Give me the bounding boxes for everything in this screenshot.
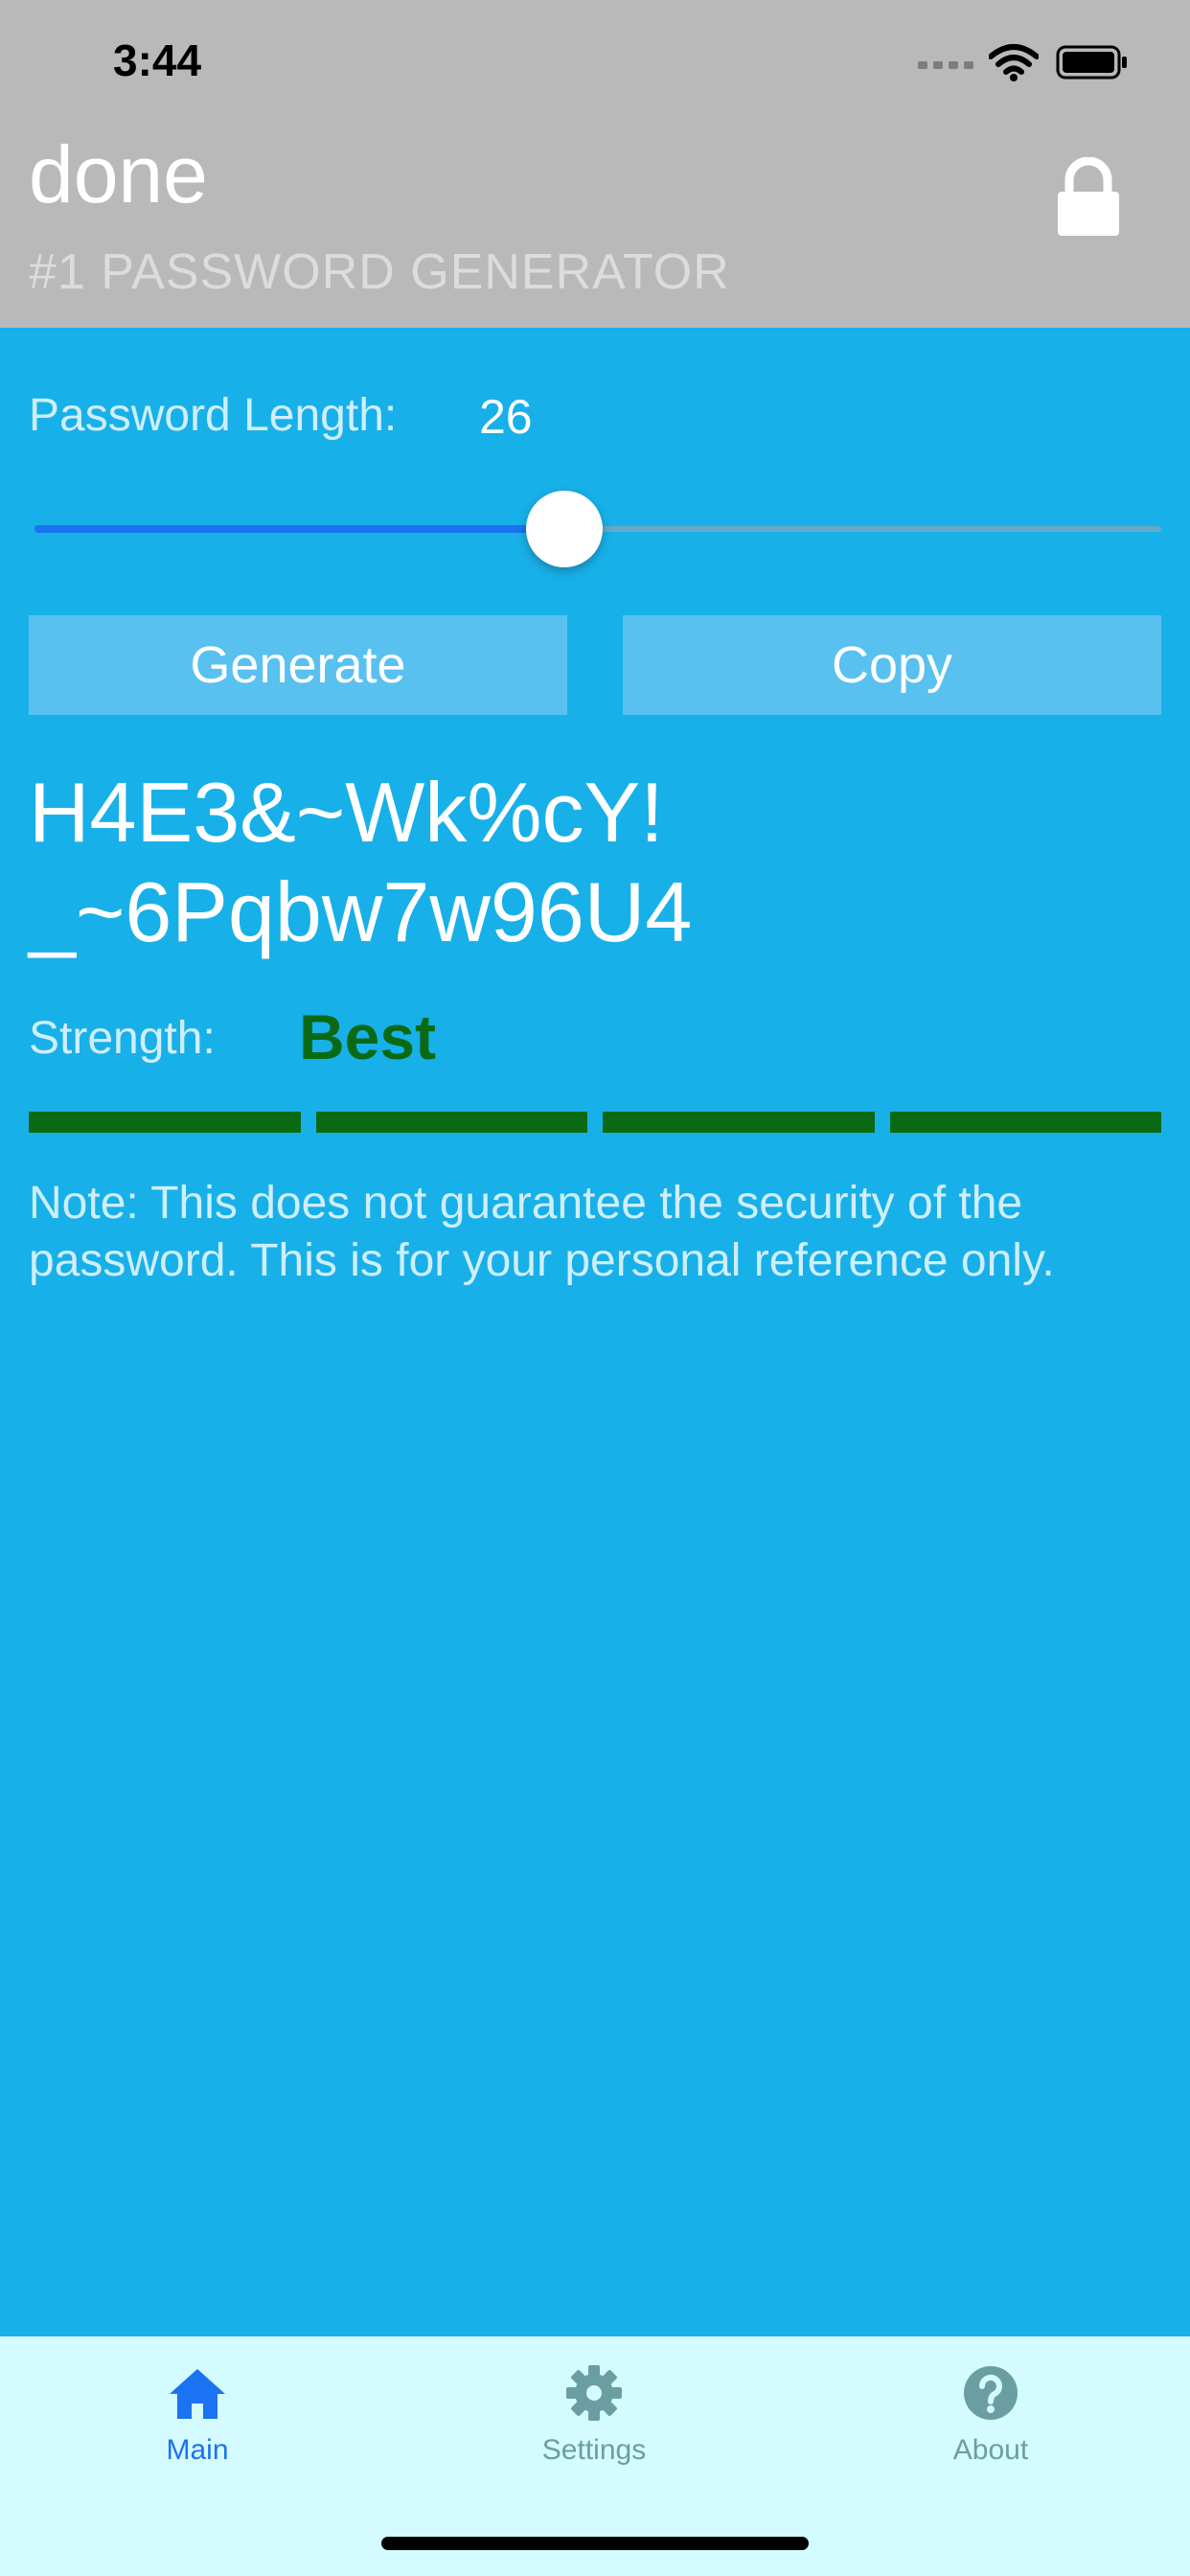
strength-label: Strength:: [29, 1013, 216, 1064]
password-line-1: H4E3&~Wk%cY!: [29, 765, 664, 860]
disclaimer-note: Note: This does not guarantee the securi…: [29, 1178, 1055, 1286]
gear-icon: [566, 2365, 622, 2421]
copy-button[interactable]: Copy: [623, 615, 1161, 715]
home-indicator: [381, 2537, 809, 2550]
tab-about[interactable]: About: [866, 2365, 1115, 2467]
help-icon: [964, 2366, 1018, 2420]
app-header: 3:44 done #1 PASSWORD GENERATOR: [0, 0, 1190, 328]
strength-bar: [603, 1112, 875, 1133]
tab-settings-label: Settings: [541, 2434, 647, 2466]
strength-bar: [315, 1112, 587, 1133]
generate-button[interactable]: Generate: [29, 615, 567, 715]
slider-fill: [34, 525, 564, 533]
tab-settings[interactable]: Settings: [469, 2365, 719, 2467]
tab-main[interactable]: Main: [73, 2365, 322, 2467]
tab-main-label: Main: [166, 2434, 229, 2466]
status-icons: [918, 43, 1129, 81]
password-length-value: 26: [479, 390, 533, 444]
generated-password: H4E3&~Wk%cY! _~6Pqbw7w96U4: [29, 763, 1159, 962]
lock-icon[interactable]: [1054, 157, 1123, 238]
home-icon: [170, 2369, 225, 2419]
app-subtitle: #1 PASSWORD GENERATOR: [29, 244, 730, 300]
password-line-2: _~6Pqbw7w96U4: [29, 864, 693, 959]
strength-bar: [29, 1112, 301, 1133]
strength-meter: [29, 1112, 1161, 1133]
password-length-label: Password Length:: [29, 390, 398, 441]
status-time: 3:44: [113, 35, 202, 85]
slider-thumb[interactable]: [526, 491, 603, 567]
app-title: done: [29, 129, 208, 219]
strength-value: Best: [299, 1001, 437, 1072]
password-length-slider[interactable]: [34, 491, 1161, 567]
strength-bar: [889, 1112, 1161, 1133]
battery-icon: [1056, 45, 1127, 80]
cellular-signal-icon: [918, 61, 973, 69]
tab-about-label: About: [952, 2434, 1029, 2466]
wifi-icon: [989, 44, 1039, 81]
